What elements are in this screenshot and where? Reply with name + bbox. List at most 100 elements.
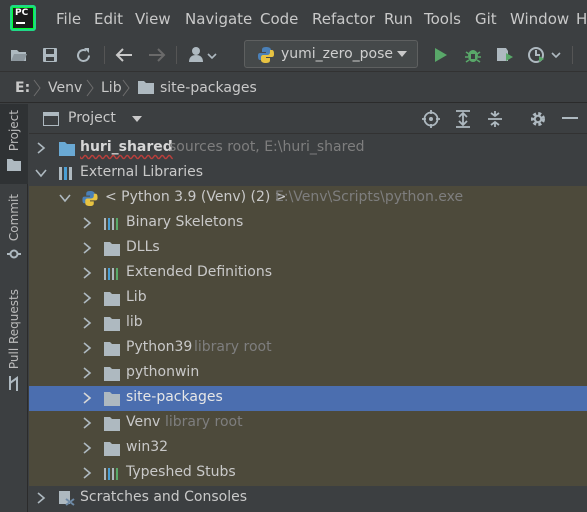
scratches-icon [59, 491, 75, 506]
menu-git[interactable]: Git [475, 10, 497, 28]
chevron-right-icon[interactable] [35, 142, 47, 154]
locate-icon[interactable] [422, 110, 440, 128]
tree-row-typeshed-stubs[interactable]: Typeshed Stubs [29, 461, 587, 486]
chevron-right-icon[interactable] [35, 492, 47, 504]
tree-row-scratches-and-consoles[interactable]: Scratches and Consoles [29, 486, 587, 511]
project-tree: huri_shared sources root, E:\huri_shared… [29, 134, 587, 512]
tree-row-site-packages[interactable]: site-packages [29, 386, 587, 411]
forward-arrow-icon[interactable] [146, 44, 168, 66]
chevron-right-icon[interactable] [81, 417, 93, 429]
library-icon [59, 167, 72, 180]
chevron-right-icon[interactable] [81, 292, 93, 304]
breadcrumb-site-packages[interactable]: site-packages [160, 80, 257, 96]
tree-row-dlls[interactable]: DLLs [29, 236, 587, 261]
folder-icon [138, 81, 154, 94]
menu-navigate[interactable]: Navigate [185, 10, 252, 28]
chevron-right-icon[interactable] [81, 392, 93, 404]
chevron-right-icon[interactable] [81, 267, 93, 279]
tree-row-win32[interactable]: win32 [29, 436, 587, 461]
folder-source-icon [59, 142, 75, 156]
minimize-icon[interactable] [562, 117, 578, 120]
project-view-icon[interactable] [43, 112, 59, 126]
library-bars-icon [104, 268, 118, 280]
chevron-down-icon[interactable] [132, 116, 142, 122]
chevron-down-icon [397, 51, 407, 57]
tab-project-label: Project [7, 110, 21, 152]
tree-hint: library root [165, 414, 243, 430]
gear-icon[interactable] [529, 110, 547, 128]
tab-commit-label: Commit [7, 194, 21, 242]
user-icon[interactable] [186, 44, 220, 66]
tree-row-extended-definitions[interactable]: Extended Definitions [29, 261, 587, 286]
tool-window-strip: Project Commit Pull Requests [0, 104, 28, 512]
tree-row-lib-lowercase[interactable]: lib [29, 311, 587, 336]
tree-label: pythonwin [126, 364, 200, 380]
tree-row-python39[interactable]: Python39 library root [29, 336, 587, 361]
folder-icon [104, 242, 120, 256]
menu-window[interactable]: Window [510, 10, 569, 28]
tree-row-python-interpreter[interactable]: < Python 3.9 (Venv) (2) > E:\Venv\Script… [29, 186, 587, 211]
save-icon[interactable] [39, 44, 61, 66]
tree-hint: library root [194, 339, 272, 355]
run-configuration-dropdown[interactable]: yumi_zero_pose [244, 40, 418, 68]
tree-row-huri-shared[interactable]: huri_shared sources root, E:\huri_shared [29, 136, 587, 161]
chevron-right-icon[interactable] [81, 367, 93, 379]
expand-all-icon[interactable] [455, 110, 471, 128]
tree-label: huri_shared [80, 139, 173, 155]
toolbar-separator [104, 46, 105, 64]
menu-tools[interactable]: Tools [424, 10, 461, 28]
tab-project[interactable]: Project [0, 104, 28, 184]
chevron-down-icon[interactable] [59, 192, 71, 204]
profile-icon[interactable] [526, 44, 564, 66]
tab-pull-requests[interactable]: Pull Requests [0, 289, 28, 394]
tree-row-venv[interactable]: Venv library root [29, 411, 587, 436]
folder-icon [104, 367, 120, 381]
tree-label: site-packages [126, 389, 223, 405]
tree-label: Python39 [126, 339, 193, 355]
run-icon[interactable] [430, 44, 452, 66]
breadcrumb-separator-icon [122, 79, 130, 97]
coverage-icon[interactable] [494, 44, 516, 66]
panel-title[interactable]: Project [68, 110, 116, 126]
menu-edit[interactable]: Edit [94, 10, 123, 28]
folder-icon [104, 292, 120, 306]
folder-icon [104, 417, 120, 431]
chevron-down-icon[interactable] [35, 167, 47, 179]
debug-icon[interactable] [462, 44, 484, 66]
tree-row-pythonwin[interactable]: pythonwin [29, 361, 587, 386]
tree-label: lib [126, 314, 143, 330]
menu-refactor[interactable]: Refactor [312, 10, 375, 28]
menu-run[interactable]: Run [384, 10, 413, 28]
sync-icon[interactable] [72, 44, 94, 66]
tree-row-external-libraries[interactable]: External Libraries [29, 161, 587, 186]
tree-hint: sources root, E:\huri_shared [169, 139, 365, 155]
chevron-right-icon[interactable] [81, 467, 93, 479]
breadcrumb-separator-icon [33, 79, 41, 97]
tab-commit[interactable]: Commit [0, 194, 28, 264]
toolbar-separator [572, 46, 573, 64]
breadcrumb-lib[interactable]: Lib [101, 80, 122, 96]
chevron-right-icon[interactable] [81, 317, 93, 329]
menu-file[interactable]: File [56, 10, 81, 28]
breadcrumb-drive[interactable]: E: [15, 80, 30, 96]
menu-bar: PC File Edit View Navigate Code Refactor… [0, 0, 587, 36]
back-arrow-icon[interactable] [113, 44, 135, 66]
menu-code[interactable]: Code [260, 10, 298, 28]
breadcrumb-venv[interactable]: Venv [48, 80, 82, 96]
chevron-right-icon[interactable] [81, 217, 93, 229]
tree-label: Scratches and Consoles [80, 489, 247, 505]
tree-row-binary-skeletons[interactable]: Binary Skeletons [29, 211, 587, 236]
open-folder-icon[interactable] [8, 44, 30, 66]
chevron-right-icon[interactable] [81, 442, 93, 454]
library-bars-icon [104, 218, 118, 230]
menu-help[interactable]: H [576, 10, 587, 28]
chevron-right-icon[interactable] [81, 242, 93, 254]
tree-row-lib[interactable]: Lib [29, 286, 587, 311]
python-icon [258, 47, 274, 63]
tree-label: win32 [126, 439, 169, 455]
menu-view[interactable]: View [135, 10, 171, 28]
chevron-right-icon[interactable] [81, 342, 93, 354]
collapse-all-icon[interactable] [487, 110, 503, 128]
project-panel-header: Project [29, 104, 587, 134]
tree-label: Lib [126, 289, 147, 305]
